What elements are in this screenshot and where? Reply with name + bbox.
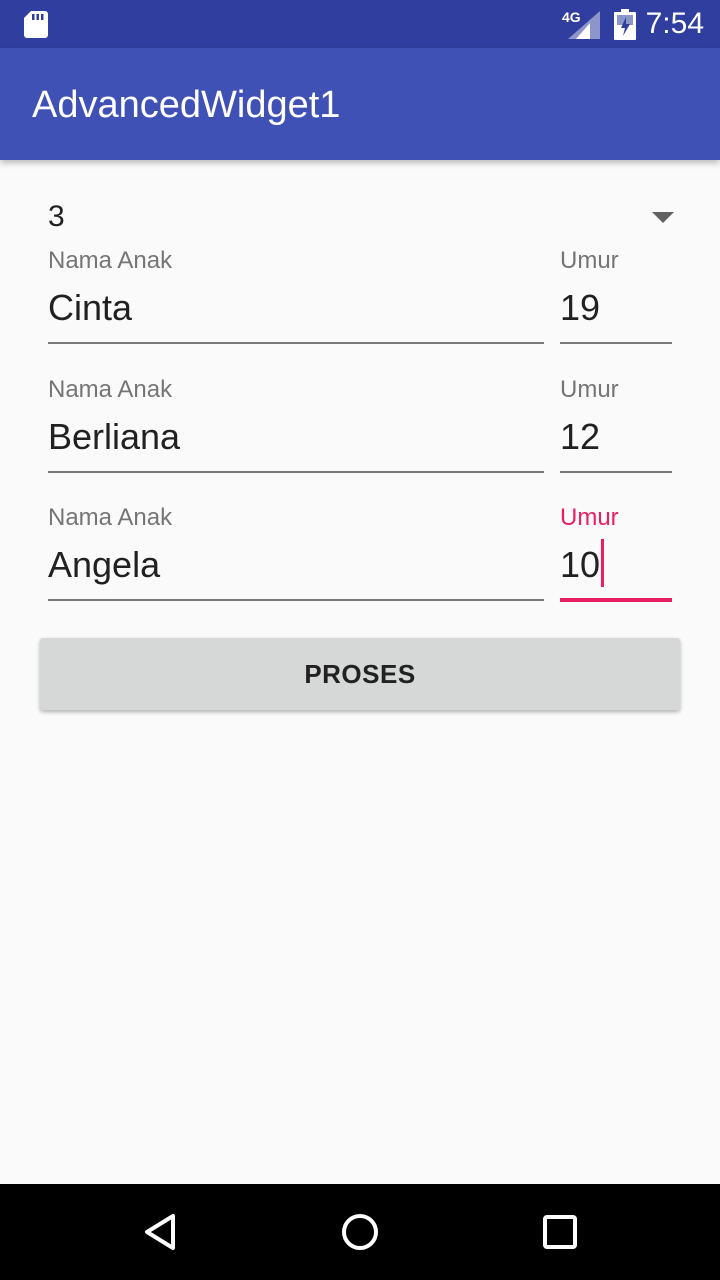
dropdown-arrow-icon (652, 212, 674, 223)
child-age-value: 10 (560, 544, 601, 585)
child-age-field[interactable]: Umur 19 (560, 247, 672, 357)
input-underline (560, 471, 672, 473)
input-underline (560, 598, 672, 602)
input-underline (48, 342, 544, 344)
child-name-input[interactable]: Cinta (48, 287, 544, 333)
input-underline (560, 342, 672, 344)
child-name-input[interactable]: Berliana (48, 416, 544, 462)
child-name-label: Nama Anak (48, 504, 173, 531)
app-bar: AdvancedWidget1 (0, 48, 720, 160)
child-name-field[interactable]: Nama Anak Berliana (48, 376, 544, 486)
child-age-field[interactable]: Umur 12 (560, 376, 672, 486)
status-bar: 4G 7:54 (0, 0, 720, 48)
child-age-label: Umur (560, 247, 619, 274)
child-age-label: Umur (560, 504, 619, 531)
count-spinner[interactable]: 3 (48, 194, 678, 240)
text-cursor (601, 539, 605, 588)
proses-button[interactable]: PROSES (40, 638, 680, 710)
child-age-input[interactable]: 12 (560, 416, 672, 462)
main-content: 3 Nama Anak Cinta Umur 19 Nama Anak Berl… (0, 160, 720, 1184)
child-age-label: Umur (560, 376, 619, 403)
home-icon[interactable] (340, 1212, 380, 1252)
navigation-bar (0, 1184, 720, 1280)
child-name-field[interactable]: Nama Anak Angela (48, 504, 544, 614)
child-age-field[interactable]: Umur 10 (560, 504, 672, 614)
child-name-input[interactable]: Angela (48, 544, 544, 590)
child-name-label: Nama Anak (48, 247, 173, 274)
input-underline (48, 599, 544, 601)
spinner-selected-value: 3 (48, 200, 65, 233)
child-age-input[interactable]: 10 (560, 539, 672, 590)
back-icon[interactable] (140, 1212, 180, 1252)
input-underline (48, 471, 544, 473)
child-name-field[interactable]: Nama Anak Cinta (48, 247, 544, 357)
recent-apps-icon[interactable] (540, 1212, 580, 1252)
signal-icon (568, 11, 600, 39)
clock: 7:54 (645, 7, 704, 40)
battery-icon (614, 9, 636, 40)
app-title: AdvancedWidget1 (32, 84, 341, 126)
child-row: Nama Anak Angela Umur 10 (48, 504, 672, 614)
child-name-label: Nama Anak (48, 376, 173, 403)
sd-card-icon (24, 11, 48, 38)
child-row: Nama Anak Cinta Umur 19 (48, 247, 672, 357)
child-row: Nama Anak Berliana Umur 12 (48, 376, 672, 486)
child-age-input[interactable]: 19 (560, 287, 672, 333)
